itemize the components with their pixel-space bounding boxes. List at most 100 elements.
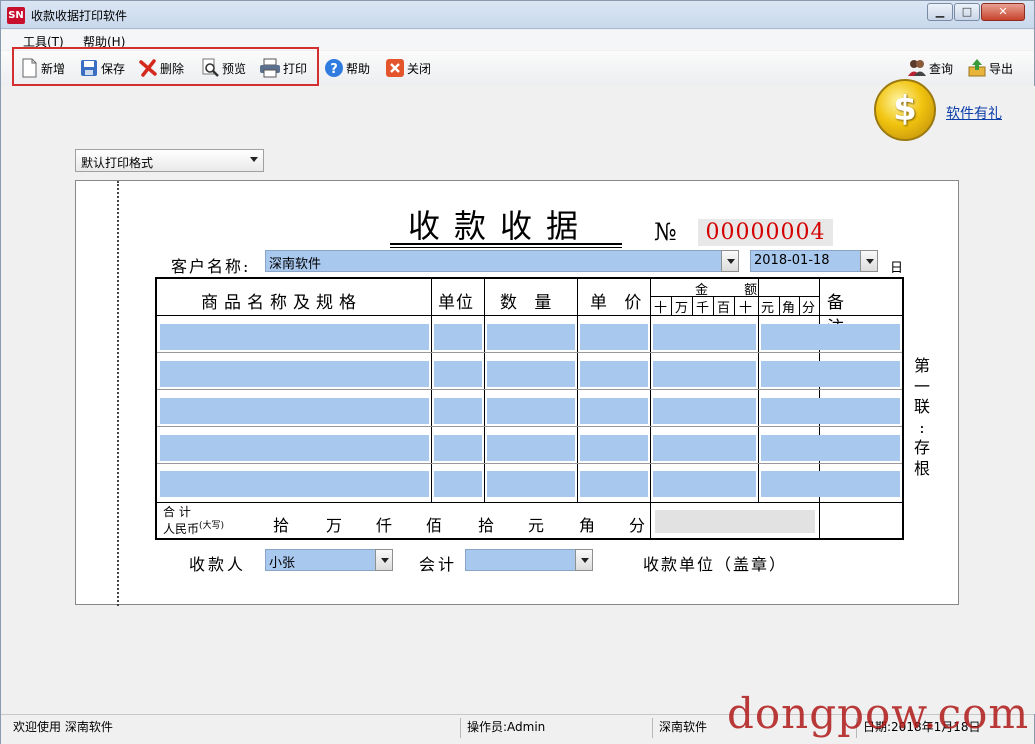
price-cell[interactable] [580,324,648,350]
payee-combo[interactable]: 小张 [265,549,393,571]
status-welcome: 欢迎使用 深南软件 [9,718,461,738]
product-cell[interactable] [160,361,429,387]
export-icon [967,58,987,78]
remark-cell[interactable] [761,361,900,387]
help-question-icon: ? [324,58,344,78]
qty-cell[interactable] [487,398,575,424]
total-unit-wan: 万 [326,516,346,535]
col-divider [758,279,759,502]
product-cell[interactable] [160,324,429,350]
header-amount: 金 额 [695,283,774,298]
remark-cell[interactable] [761,471,900,497]
title-bar: SN 收款收据打印软件 ▁ □ ✕ [1,1,1034,29]
unit-cell[interactable] [434,324,482,350]
window-title: 收款收据打印软件 [31,9,128,23]
close-window-button[interactable]: ✕ [981,3,1025,21]
receipt-number: 00000004 [698,219,833,246]
col-divider [577,279,578,502]
digit-fen: 分 [802,301,816,316]
unit-stamp-label: 收款单位（盖章） [643,555,788,574]
unit-cell[interactable] [434,435,482,461]
product-cell[interactable] [160,435,429,461]
copy-char: 联 [913,397,930,416]
remark-cell[interactable] [761,324,900,350]
digit-qian: 千 [696,301,710,316]
qty-cell[interactable] [487,471,575,497]
chevron-down-icon[interactable] [721,250,739,272]
qty-cell[interactable] [487,435,575,461]
digit-bai: 百 [717,301,731,316]
copy-char: : [919,417,925,437]
col-divider [650,279,651,538]
customer-combo[interactable]: 深南软件 [265,250,739,272]
perforation-line [117,181,119,606]
total-unit-jiao: 角 [579,516,599,535]
remark-cell[interactable] [761,398,900,424]
amount-cell[interactable] [653,435,756,461]
row-separator [157,426,902,427]
row-separator [157,389,902,390]
amount-cell[interactable] [653,398,756,424]
digit-divider [779,296,780,315]
header-qty: 数 量 [500,293,558,313]
table-total-line [157,502,902,503]
calendar-dropdown-icon[interactable] [860,250,878,272]
promo-coin-icon[interactable]: $ [874,79,936,141]
customer-label: 客户名称: [171,257,251,276]
price-cell[interactable] [580,471,648,497]
promo-link[interactable]: 软件有礼 [946,103,1002,123]
digit-divider [692,296,693,315]
payee-value: 小张 [269,556,296,571]
digit-wan: 万 [675,301,689,316]
remark-cell[interactable] [761,435,900,461]
close-button[interactable]: 关闭 [385,56,431,80]
amount-cell[interactable] [653,361,756,387]
daxie-label: (大写) [199,521,225,531]
query-button[interactable]: 查询 [907,56,953,80]
total-unit-shi: 拾 [273,516,293,535]
total-unit-qian: 仟 [376,516,396,535]
qty-cell[interactable] [487,324,575,350]
digit-jiao: 角 [782,301,796,316]
accountant-combo[interactable] [465,549,593,571]
total-unit-bai: 佰 [426,516,446,535]
minimize-button[interactable]: ▁ [927,3,953,21]
app-icon: SN [7,7,25,24]
copy-char: 一 [913,376,930,396]
chevron-down-icon[interactable] [375,549,393,571]
price-cell[interactable] [580,435,648,461]
product-cell[interactable] [160,471,429,497]
price-cell[interactable] [580,398,648,424]
svg-text:?: ? [330,62,338,77]
title-underline-thin [390,247,622,248]
qty-cell[interactable] [487,361,575,387]
digit-divider [734,296,735,315]
product-cell[interactable] [160,398,429,424]
header-product: 商品名称及规格 [201,293,362,313]
amount-cell[interactable] [653,324,756,350]
unit-cell[interactable] [434,471,482,497]
export-label: 导出 [989,61,1014,76]
highlight-frame [12,47,319,86]
help-button[interactable]: ? 帮助 [324,56,370,80]
maximize-button[interactable]: □ [954,3,980,21]
print-format-select[interactable]: 默认打印格式 [75,149,264,172]
chevron-down-icon[interactable] [575,549,593,571]
header-price: 单 价 [590,293,648,313]
help-label: 帮助 [346,61,371,76]
unit-cell[interactable] [434,361,482,387]
close-label: 关闭 [407,61,432,76]
date-picker[interactable]: 2018-01-18 [750,250,878,272]
watermark: dongpow.com [727,689,1030,738]
copy-char: 存 [913,438,930,457]
day-label: 日 [890,261,904,276]
price-cell[interactable] [580,361,648,387]
copy-char: 根 [913,458,930,478]
close-icon [385,58,405,78]
digit-divider [799,296,800,315]
amount-cell[interactable] [653,471,756,497]
main-window: SN 收款收据打印软件 ▁ □ ✕ 工具(T) 帮助(H) 新增 保存 删除 预… [0,0,1035,744]
users-query-icon [907,58,927,78]
unit-cell[interactable] [434,398,482,424]
export-button[interactable]: 导出 [967,56,1013,80]
